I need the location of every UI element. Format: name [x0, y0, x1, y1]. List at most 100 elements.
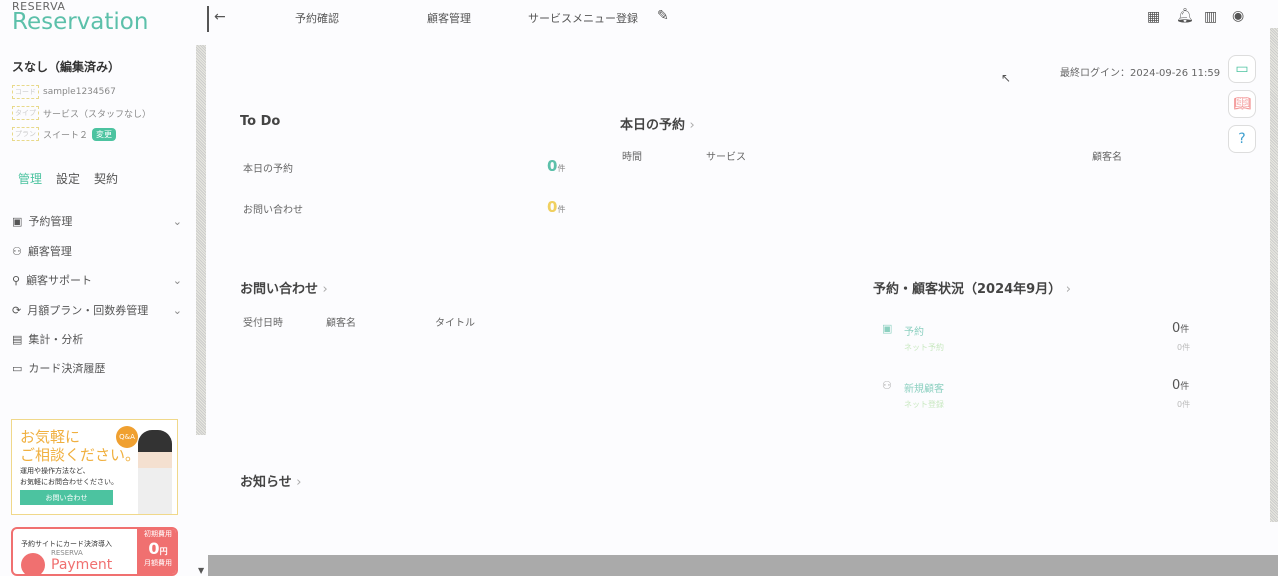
help-support-icon[interactable]: ? — [1228, 125, 1256, 153]
banner-text: お気軽にお問合わせください。 — [20, 478, 118, 486]
banner-text: 予約サイトにカード決済導入 — [21, 540, 112, 548]
title: お知らせ — [240, 475, 292, 490]
edit-icon[interactable]: ✎ — [657, 8, 669, 24]
repeat-icon: ⟳ — [12, 303, 22, 317]
banner-brand: RESERVA — [51, 549, 83, 557]
footer — [208, 555, 1278, 576]
unit: 件 — [1180, 382, 1190, 392]
last-login: 最終ログイン：2024-09-26 11:59 — [1060, 68, 1221, 79]
col-header: タイトル — [435, 318, 475, 329]
status-sub: ネット予約 — [904, 343, 944, 352]
chevron-right-icon: › — [689, 118, 695, 133]
col-header: 顧客名 — [326, 318, 356, 329]
fee-label: 初期費用 — [144, 530, 172, 538]
todo-value: 0 — [547, 157, 558, 175]
type-tag: タイプ — [12, 106, 39, 120]
today-title[interactable]: 本日の予約 › — [620, 114, 695, 133]
back-arrow-icon[interactable]: ← — [214, 9, 226, 25]
chart-icon: ▤ — [12, 332, 23, 346]
chevron-down-icon: ⌄ — [172, 214, 182, 228]
unit: 件 — [557, 205, 566, 214]
divider — [207, 6, 209, 32]
sidebar-item-support[interactable]: ⚲ 顧客サポート ⌄ — [12, 272, 182, 288]
sidebar-item-customer[interactable]: ⚇ 顧客管理 — [12, 243, 182, 259]
calendar-icon: ▣ — [12, 214, 23, 228]
card-icon: ▭ — [12, 361, 23, 375]
chevron-right-icon: › — [296, 475, 302, 490]
sidebar-scrollbar[interactable] — [196, 45, 206, 435]
title: 予約・顧客状況（2024年9月） — [873, 282, 1062, 297]
label: 集計・分析 — [28, 333, 84, 346]
operator-image — [138, 430, 172, 514]
book-icon[interactable]: 📖︎ — [1228, 90, 1256, 118]
status-sub-value: 0件 — [1177, 343, 1191, 352]
status-sub: ネット登録 — [904, 400, 944, 409]
shop-name: スなし（編集済み） — [12, 60, 121, 74]
nav-customer[interactable]: 顧客管理 — [427, 10, 471, 26]
title: お問い合わせ — [240, 282, 319, 297]
contact-banner[interactable]: お気軽に ご相談ください。 Q&A 運用や操作方法など、 お気軽にお問合わせくだ… — [11, 419, 178, 515]
tab-contract[interactable]: 契約 — [94, 170, 118, 187]
status-label: 新規顧客 — [904, 384, 944, 395]
unit: 件 — [557, 164, 566, 173]
users-icon: ⚇ — [882, 379, 892, 392]
nav-service-menu[interactable]: サービスメニュー登録 — [528, 10, 638, 26]
todo-label[interactable]: お問い合わせ — [243, 201, 303, 216]
qa-badge: Q&A — [116, 426, 138, 448]
change-plan-button[interactable]: 変更 — [92, 127, 117, 141]
col-header: 受付日時 — [243, 318, 283, 329]
code-tag: コード — [12, 85, 39, 99]
shop-type: サービス（スタッフなし） — [43, 109, 152, 120]
card-icon — [21, 553, 45, 574]
label: 顧客サポート — [26, 274, 93, 287]
chevron-down-icon: ⌄ — [172, 303, 182, 317]
user-plus-icon: ⚲ — [12, 273, 21, 287]
building-icon[interactable]: ▥ — [1204, 9, 1217, 25]
label: 顧客管理 — [27, 245, 72, 258]
inquiry-title[interactable]: お問い合わせ › — [240, 278, 328, 297]
page-scrollbar[interactable] — [1270, 28, 1278, 522]
cursor-icon: ↖ — [1001, 71, 1012, 85]
banner-text: 運用や操作方法など、 — [20, 467, 90, 475]
payment-banner[interactable]: 予約サイトにカード決済導入 RESERVA Payment 初期費用 0円 月額… — [11, 527, 178, 576]
todo-label[interactable]: 本日の予約 — [243, 160, 293, 175]
sidebar-item-card[interactable]: ▭ カード決済履歴 — [12, 360, 182, 376]
grid-icon[interactable]: ▦ — [1147, 9, 1160, 25]
fee-label: 月額費用 — [144, 559, 172, 567]
sidebar-item-reservation[interactable]: ▣ 予約管理 ⌄ — [12, 213, 182, 229]
status-title[interactable]: 予約・顧客状況（2024年9月） › — [873, 278, 1071, 297]
logo[interactable]: Reservation — [12, 9, 148, 35]
status-label: 予約 — [904, 327, 924, 338]
col-header: 顧客名 — [1092, 152, 1122, 163]
todo-value: 0 — [547, 198, 558, 216]
news-title[interactable]: お知らせ › — [240, 471, 301, 490]
bell-icon[interactable]: 🔔︎ — [1176, 8, 1194, 24]
calendar-icon: ▣ — [882, 322, 893, 335]
col-header: 時間 — [622, 152, 642, 163]
plan-tag: プラン — [12, 127, 39, 141]
col-header: サービス — [706, 152, 746, 163]
banner-product: Payment — [51, 557, 113, 573]
unit: 件 — [1180, 325, 1190, 335]
tab-settings[interactable]: 設定 — [56, 170, 80, 187]
scroll-down-icon[interactable]: ▼ — [198, 566, 204, 575]
todo-title: To Do — [240, 114, 281, 129]
label: カード決済履歴 — [28, 362, 106, 375]
nav-reservation-check[interactable]: 予約確認 — [295, 10, 339, 26]
title: 本日の予約 — [620, 118, 686, 133]
tab-manage[interactable]: 管理 — [18, 170, 42, 187]
shop-code: sample1234567 — [43, 87, 116, 97]
sidebar-item-plan[interactable]: ⟳ 月額プラン・回数券管理 ⌄ — [12, 302, 182, 318]
chevron-right-icon: › — [322, 282, 328, 297]
status-sub-value: 0件 — [1177, 400, 1191, 409]
browser-icon[interactable]: ▭ — [1228, 55, 1256, 83]
fee-unit: 円 — [159, 547, 168, 556]
chevron-down-icon: ⌄ — [172, 273, 182, 287]
contact-button[interactable]: お問い合わせ — [20, 490, 113, 505]
chevron-right-icon: › — [1065, 282, 1071, 297]
label: 月額プラン・回数券管理 — [27, 304, 149, 317]
users-icon: ⚇ — [12, 244, 22, 258]
sidebar-item-analytics[interactable]: ▤ 集計・分析 — [12, 331, 182, 347]
fee-value: 0 — [148, 539, 160, 558]
user-circle-icon[interactable]: ◉ — [1232, 8, 1244, 24]
